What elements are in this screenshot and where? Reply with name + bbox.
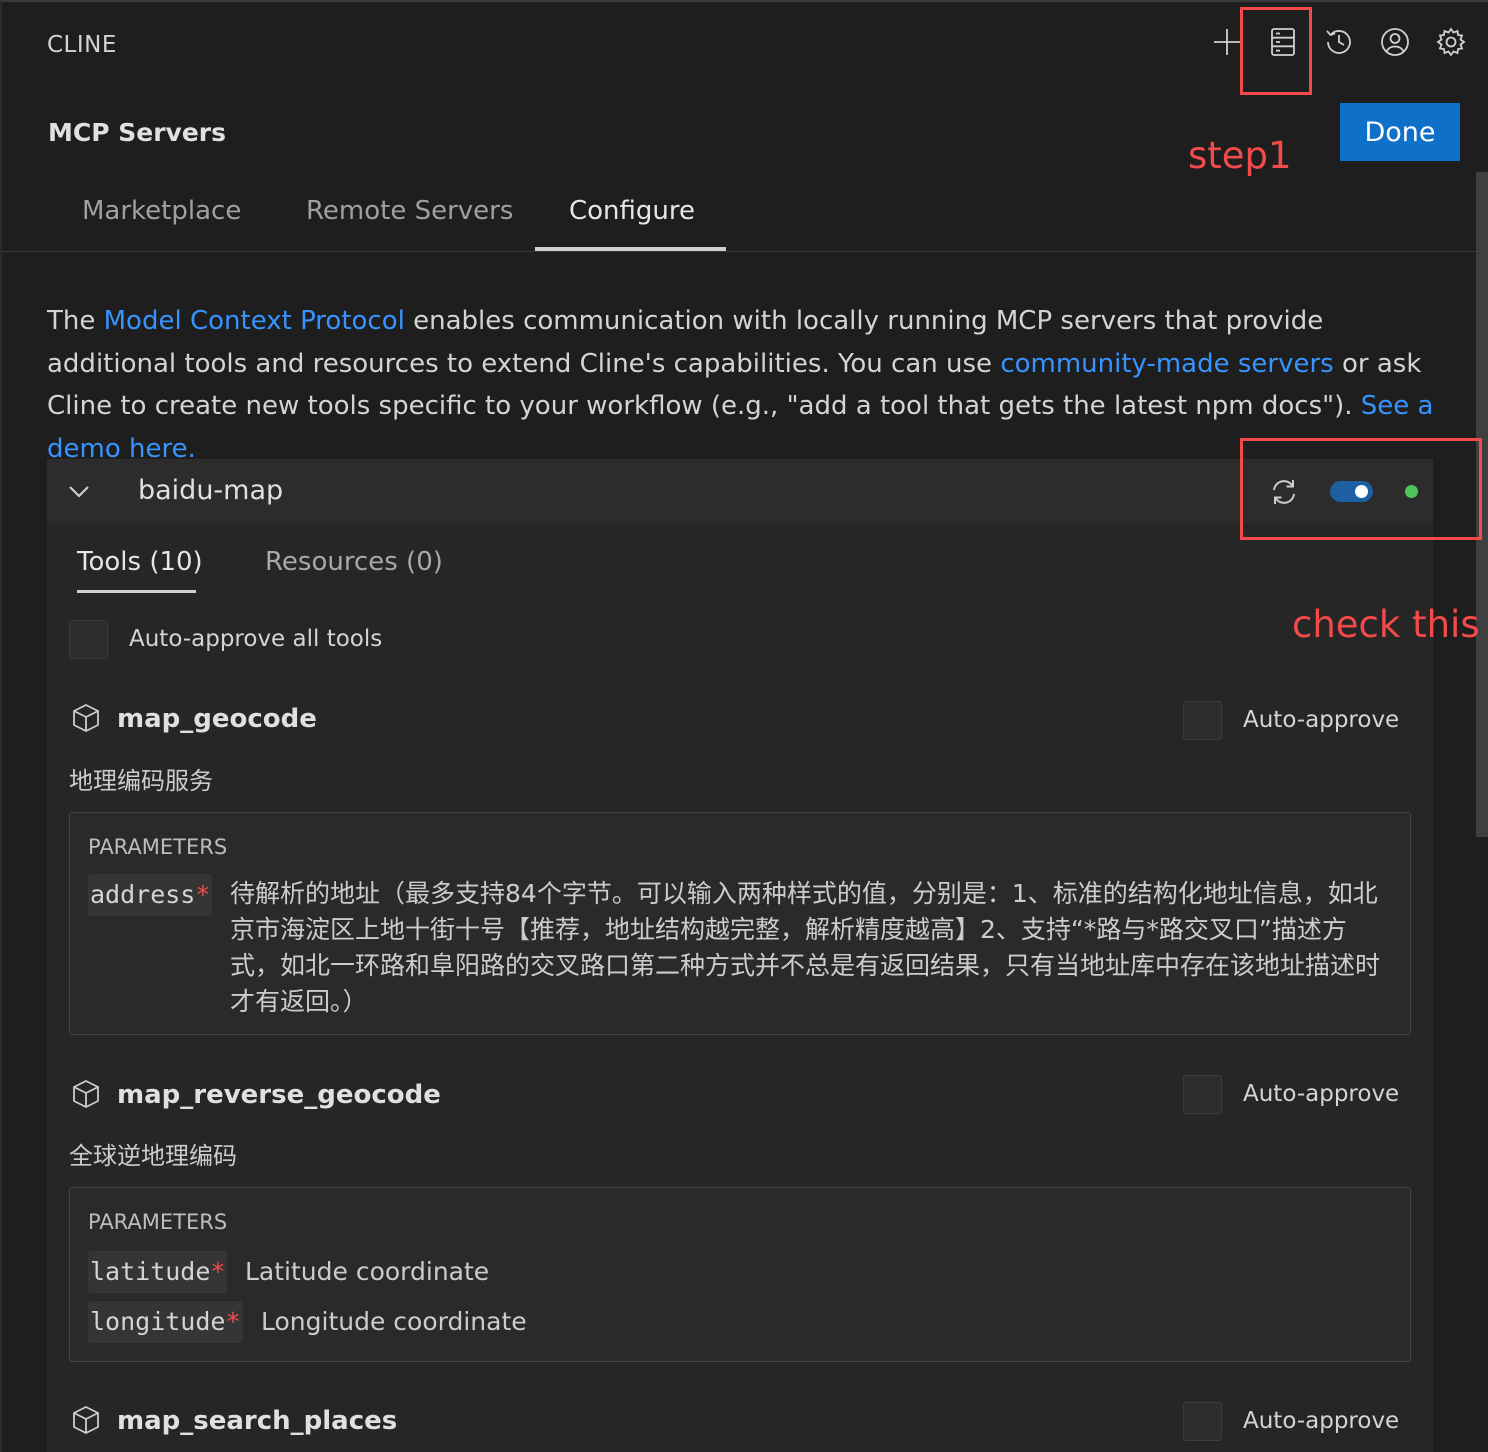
param-name: latitude* — [88, 1251, 228, 1293]
tool-auto-approve-checkbox[interactable] — [1183, 701, 1222, 740]
param-name: address* — [88, 874, 213, 916]
annotation-box-step1 — [1240, 7, 1312, 95]
required-marker: * — [210, 1257, 226, 1286]
param-name: longitude* — [88, 1301, 243, 1343]
param-description: Longitude coordinate — [261, 1307, 527, 1336]
tool-name-map-search-places: map_search_places — [117, 1406, 398, 1436]
history-icon — [1326, 30, 1351, 54]
chevron-down-icon — [69, 486, 89, 498]
gear-icon — [1436, 27, 1466, 57]
auto-approve-all-checkbox[interactable] — [69, 620, 108, 659]
cline-panel: CLINE MCP Servers Done Marketplace Remot… — [0, 0, 1488, 1452]
intro-text: The Model Context Protocol enables commu… — [47, 300, 1447, 470]
annotation-step1: step1 — [1188, 134, 1292, 177]
active-subtab-indicator — [77, 590, 196, 593]
annotation-box-check — [1240, 438, 1482, 540]
account-button[interactable] — [1376, 20, 1414, 64]
param-name-text: address — [90, 880, 196, 909]
param-name-text: longitude — [90, 1307, 226, 1336]
tab-configure[interactable]: Configure — [569, 196, 695, 226]
parameters-box: PARAMETERS address* 待解析的地址（最多支持84个字节。可以输… — [69, 812, 1411, 1035]
community-servers-link[interactable]: community-made servers — [1000, 349, 1333, 379]
history-button[interactable] — [1320, 20, 1358, 64]
tool-auto-approve-label: Auto-approve — [1243, 707, 1400, 733]
tab-tools[interactable]: Tools (10) — [77, 547, 203, 577]
active-tab-indicator — [535, 247, 726, 251]
intro-text-part: The — [47, 306, 104, 336]
tab-resources[interactable]: Resources (0) — [265, 547, 443, 577]
tool-name-map-geocode: map_geocode — [117, 704, 317, 734]
annotation-check-this: check this — [1292, 603, 1480, 646]
cube-icon — [71, 1079, 101, 1109]
param-name-text: latitude — [90, 1257, 211, 1286]
tool-description: 地理编码服务 — [69, 767, 213, 795]
auto-approve-all-label: Auto-approve all tools — [129, 626, 383, 652]
cube-icon — [71, 1405, 101, 1435]
param-description: Latitude coordinate — [245, 1257, 490, 1286]
page-title: MCP Servers — [48, 118, 227, 147]
mcp-tabs: Marketplace Remote Servers Configure — [2, 180, 1476, 252]
server-panel-baidu-map: baidu-map Tools (10) Resources (0) Auto-… — [47, 459, 1433, 1452]
plus-icon — [1214, 29, 1240, 55]
tool-auto-approve-checkbox[interactable] — [1183, 1402, 1222, 1441]
settings-button[interactable] — [1432, 20, 1470, 64]
server-name: baidu-map — [138, 475, 284, 506]
collapse-toggle[interactable] — [67, 479, 91, 503]
server-header[interactable]: baidu-map — [47, 459, 1433, 523]
mcp-protocol-link[interactable]: Model Context Protocol — [104, 306, 405, 336]
tool-auto-approve-label: Auto-approve — [1243, 1081, 1400, 1107]
tab-remote-servers[interactable]: Remote Servers — [306, 196, 513, 226]
required-marker: * — [225, 1307, 241, 1336]
required-marker: * — [195, 880, 211, 909]
tool-auto-approve-checkbox[interactable] — [1183, 1075, 1222, 1114]
param-description: 待解析的地址（最多支持84个字节。可以输入两种样式的值，分别是：1、标准的结构化… — [230, 879, 1381, 1016]
app-title: CLINE — [47, 32, 117, 58]
parameters-heading: PARAMETERS — [88, 1210, 228, 1234]
cube-icon — [71, 703, 101, 733]
parameters-heading: PARAMETERS — [88, 835, 228, 859]
done-button[interactable]: Done — [1340, 103, 1460, 161]
tool-name-map-reverse-geocode: map_reverse_geocode — [117, 1080, 441, 1110]
tool-description: 全球逆地理编码 — [69, 1142, 237, 1170]
account-icon — [1381, 28, 1409, 56]
parameters-box: PARAMETERS latitude* Latitude coordinate… — [69, 1187, 1411, 1362]
tool-auto-approve-label: Auto-approve — [1243, 1408, 1400, 1434]
tab-marketplace[interactable]: Marketplace — [82, 196, 241, 226]
